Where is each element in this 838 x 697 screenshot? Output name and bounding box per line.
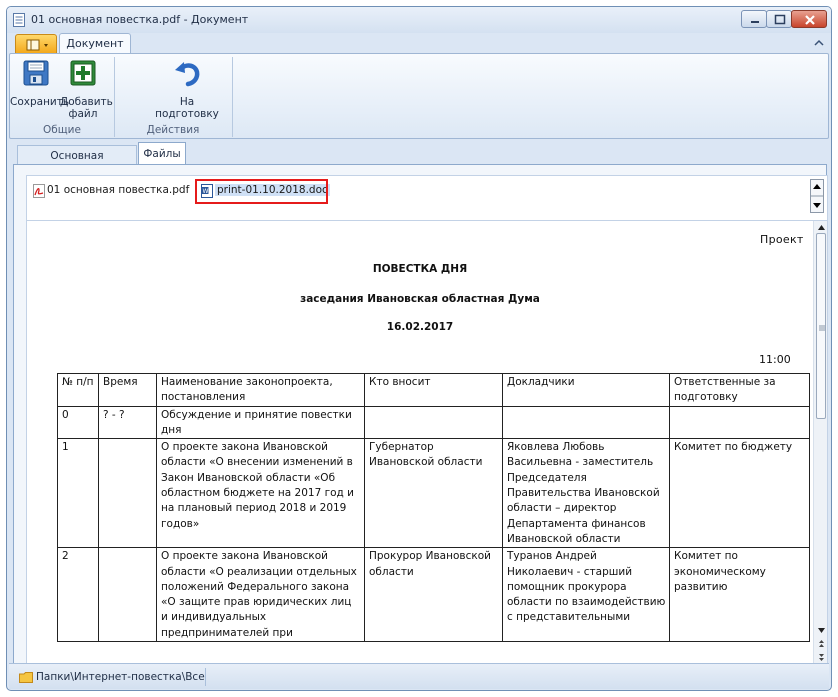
add-file-label-line2: файл [68, 108, 98, 120]
scroll-down-arrow-icon[interactable] [817, 626, 826, 635]
folder-path[interactable]: Папки\Интернет-повестка\Все [36, 671, 205, 683]
doc-time: 11:00 [759, 353, 791, 366]
ribbon-tab-row: Документ [7, 33, 831, 54]
cell-speakers: Яковлева Любовь Васильевна - заместитель… [502, 438, 670, 549]
to-preparation-label: На подготовку [155, 96, 219, 120]
table-row: 0 ? - ? Обсуждение и принятие повестки д… [57, 405, 810, 440]
folder-icon [19, 672, 33, 683]
status-divider [205, 668, 206, 686]
save-label: Сохранить [10, 96, 70, 108]
attached-files-list: 01 основная повестка.pdf W print-01.10.2… [26, 175, 828, 225]
cell-by [364, 405, 503, 440]
cell-by: Прокурор Ивановской области [364, 547, 503, 643]
group-separator [232, 57, 233, 137]
header-cell: Докладчики [502, 373, 670, 407]
minimize-icon [751, 21, 759, 23]
table-row: 1 О проекте закона Ивановской области «О… [57, 438, 810, 549]
scrollbar-thumb[interactable] [816, 233, 826, 419]
cell-title: О проекте закона Ивановской области «О р… [156, 547, 365, 643]
cell-responsible: Комитет по экономическому развитию [669, 547, 810, 643]
header-cell: № п/п [57, 373, 99, 407]
table-row: 2 О проекте закона Ивановской области «О… [57, 547, 810, 643]
to-preparation-button[interactable]: На подготовку [148, 54, 226, 122]
title-bar: 01 основная повестка.pdf - Документ [7, 7, 831, 33]
cell-title: Обсуждение и принятие повестки дня [156, 405, 365, 440]
add-file-label-line1: Добавить [60, 96, 113, 108]
window-title: 01 основная повестка.pdf - Документ [31, 13, 249, 26]
cell-responsible [669, 405, 810, 440]
header-cell: Время [98, 373, 157, 407]
cell-speakers [502, 405, 670, 440]
doc-subheading: заседания Ивановская областная Дума [300, 293, 540, 305]
cell-time [98, 438, 157, 549]
status-bar: Папки\Интернет-повестка\Все [9, 663, 829, 689]
floppy-disk-icon [23, 60, 49, 86]
document-preview: Проект ПОВЕСТКА ДНЯ заседания Ивановская… [26, 220, 828, 666]
close-icon [805, 15, 815, 25]
minimize-button[interactable] [741, 10, 767, 28]
maximize-button[interactable] [766, 10, 792, 28]
add-file-icon [70, 60, 96, 86]
cell-num: 2 [57, 547, 99, 643]
cell-num: 0 [57, 405, 99, 440]
add-file-label: Добавить файл [60, 96, 113, 120]
file-name: 01 основная повестка.pdf [47, 184, 190, 196]
cell-title: О проекте закона Ивановской области «О в… [156, 438, 365, 549]
file-item-pdf[interactable]: 01 основная повестка.pdf [33, 183, 189, 199]
save-button[interactable]: Сохранить [10, 54, 70, 122]
group-label-actions: Действия [146, 124, 200, 136]
document-window: 01 основная повестка.pdf - Документ Доку… [6, 6, 832, 691]
chevron-up-icon[interactable] [813, 37, 825, 49]
scroll-up-arrow-icon[interactable] [817, 223, 826, 232]
header-cell: Наименование законопроекта, постановлени… [156, 373, 365, 407]
header-cell: Ответственные за подготовку [669, 373, 810, 407]
table-header-row: № п/п Время Наименование законопроекта, … [57, 373, 810, 407]
pdf-file-icon [33, 184, 45, 198]
document-icon [13, 13, 25, 27]
files-tab-content: 01 основная повестка.pdf W print-01.10.2… [13, 164, 828, 666]
cell-speakers: Туранов Андрей Николаевич - старший помо… [502, 547, 670, 643]
doc-date: 16.02.2017 [386, 321, 454, 333]
undo-arrow-icon [175, 62, 200, 87]
cell-num: 1 [57, 438, 99, 549]
cell-time: ? - ? [98, 405, 157, 440]
doc-project-label: Проект [760, 233, 804, 246]
cell-by: Губернатор Ивановской области [364, 438, 503, 549]
add-file-button[interactable]: Добавить файл [60, 54, 113, 122]
agenda-table: № п/п Время Наименование законопроекта, … [57, 373, 810, 643]
cell-time [98, 547, 157, 643]
ribbon-panel: Сохранить Добавить файл На подготовку Об… [9, 53, 829, 139]
cell-responsible: Комитет по бюджету [669, 438, 810, 549]
preview-scrollbar[interactable] [813, 221, 827, 665]
app-menu-icon [26, 39, 48, 51]
highlight-box [195, 179, 328, 204]
header-cell: Кто вносит [364, 373, 503, 407]
group-label-general: Общие [43, 124, 81, 136]
page-down-icon[interactable] [817, 653, 826, 662]
file-list-scroll-buttons[interactable] [810, 179, 824, 213]
tab-files[interactable]: Файлы [138, 142, 186, 165]
close-button[interactable] [791, 10, 827, 28]
doc-heading: ПОВЕСТКА ДНЯ [372, 263, 468, 275]
grip-icon [819, 325, 825, 331]
app-menu-button[interactable] [15, 34, 57, 54]
ribbon-tab-document[interactable]: Документ [59, 33, 131, 54]
tab-main-info[interactable]: Основная информация [17, 145, 137, 182]
maximize-icon [774, 14, 786, 25]
page-up-icon[interactable] [817, 639, 826, 648]
